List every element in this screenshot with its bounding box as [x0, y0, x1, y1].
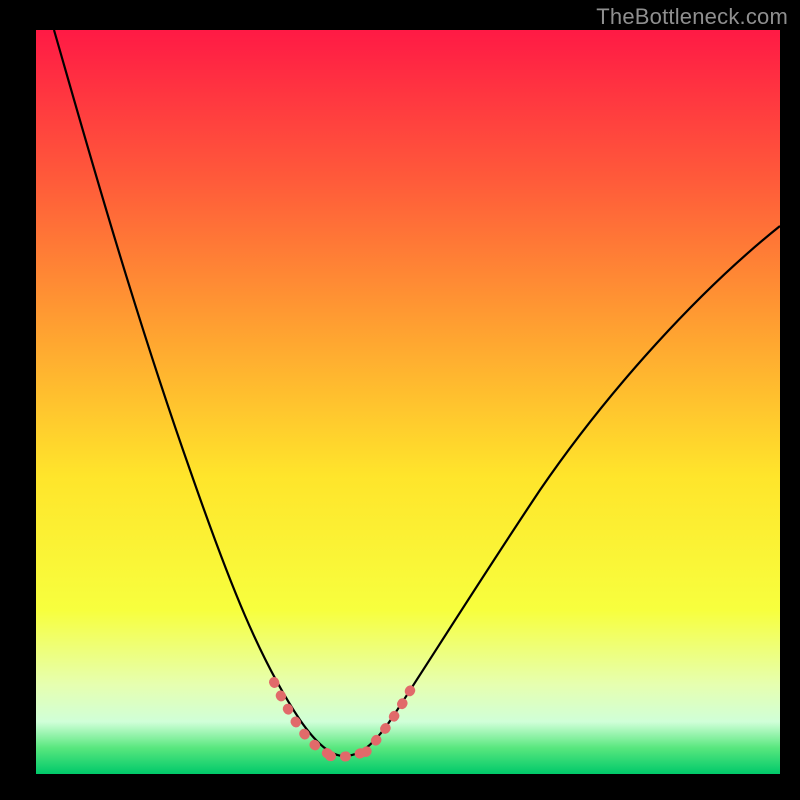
- watermark-text: TheBottleneck.com: [596, 4, 788, 30]
- plot-area: [36, 30, 780, 774]
- chart-frame: { "watermark": { "text": "TheBottleneck.…: [0, 0, 800, 800]
- chart-svg: [0, 0, 800, 800]
